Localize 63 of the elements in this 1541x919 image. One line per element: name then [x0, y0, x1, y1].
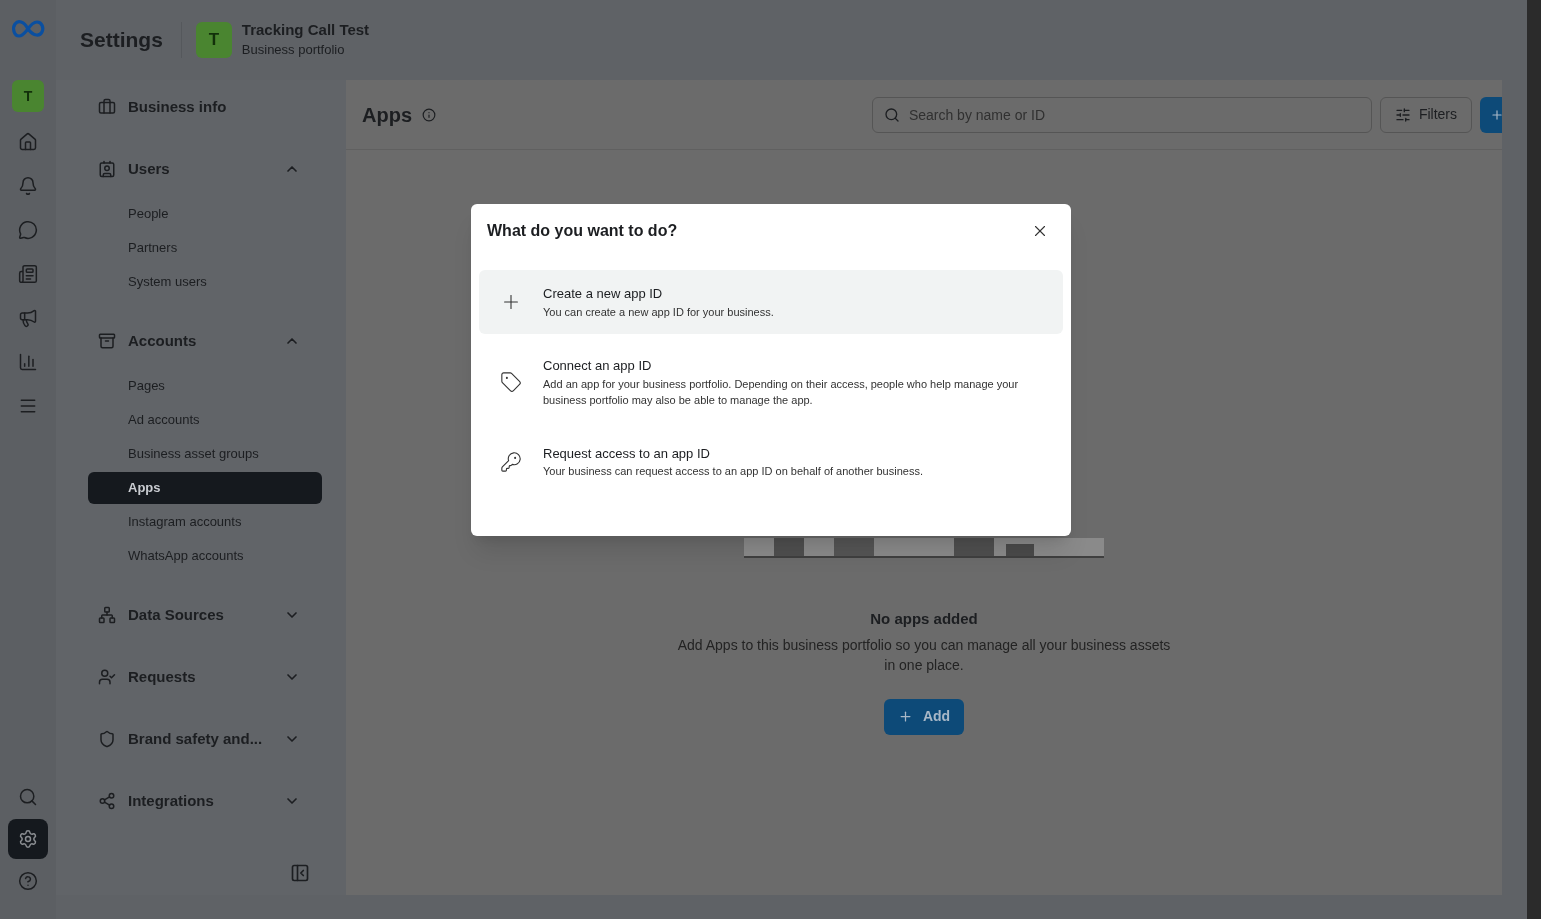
- avatar[interactable]: T: [12, 80, 44, 112]
- dialog-title: What do you want to do?: [487, 221, 679, 241]
- sidebar-item[interactable]: Apps: [88, 472, 322, 504]
- option-title: Create a new app ID: [543, 285, 664, 304]
- sliders-icon: [1394, 106, 1411, 123]
- search-icon: [883, 106, 900, 123]
- page-title: Settings: [80, 27, 163, 54]
- info-icon[interactable]: [422, 107, 436, 122]
- portfolio-subtitle: Business portfolio: [241, 40, 346, 59]
- sidebar-item[interactable]: Instagram accounts: [88, 506, 322, 538]
- option-title: Connect an app ID: [543, 357, 653, 375]
- empty-state-title: No apps added: [870, 609, 978, 629]
- sidebar-item[interactable]: Pages: [88, 370, 322, 402]
- portfolio-avatar[interactable]: T: [195, 22, 232, 58]
- bar-chart-icon: [18, 352, 38, 372]
- connected-nodes-icon: [98, 792, 116, 810]
- sidebar-section[interactable]: Data Sources: [88, 592, 322, 638]
- plus-icon: [1490, 107, 1502, 122]
- sidebar-section[interactable]: Users: [88, 146, 322, 192]
- network-icon: [98, 606, 116, 624]
- option-description: Your business can request access to an app ID on behalf of another business.: [543, 464, 923, 480]
- sidebar-item[interactable]: Ad accounts: [88, 404, 322, 436]
- settings-icon: [18, 829, 38, 849]
- plus-icon: [897, 709, 913, 724]
- menu-icon: [18, 396, 38, 416]
- dialog-option[interactable]: Create a new app ID You can create a new app ID for your business.: [479, 270, 1063, 334]
- add-app-button[interactable]: Add: [883, 698, 965, 735]
- shield-icon: [98, 730, 116, 748]
- add-button[interactable]: [1480, 96, 1502, 133]
- key-icon: [500, 450, 522, 473]
- user-check-icon: [98, 668, 116, 686]
- megaphone-icon: [18, 308, 38, 328]
- home-icon: [18, 132, 38, 152]
- search-field[interactable]: Search by name or ID: [871, 96, 1372, 133]
- collapse-panel-icon[interactable]: [290, 863, 310, 883]
- sidebar-item[interactable]: Partners: [88, 232, 322, 264]
- briefcase-icon: [98, 98, 116, 116]
- option-title: Request access to an app ID: [543, 444, 711, 463]
- option-description: Add an app for your business portfolio. Depending on their access, people who help manage your business portfolio may also be able to manage the app.: [543, 376, 1020, 408]
- sidebar-section[interactable]: Requests: [88, 654, 322, 700]
- tag-icon: [500, 370, 522, 393]
- search-icon: [18, 787, 38, 807]
- sidebar-item[interactable]: System users: [88, 266, 322, 298]
- sidebar-item[interactable]: WhatsApp accounts: [88, 540, 322, 572]
- empty-state-description: Add Apps to this business portfolio so you can manage all your business assets in one place.: [676, 635, 1172, 675]
- stacked-cards-icon: [18, 264, 38, 284]
- id-card-icon: [98, 160, 116, 178]
- filters-button[interactable]: Filters: [1379, 96, 1472, 133]
- sidebar-section[interactable]: Brand safety and...: [88, 716, 322, 762]
- chat-bubble-icon: [18, 220, 38, 240]
- option-description: You can create a new app ID for your business.: [543, 304, 774, 320]
- sidebar-item[interactable]: People: [88, 198, 322, 230]
- bell-icon: [18, 176, 38, 196]
- sidebar-section[interactable]: Accounts: [88, 318, 322, 364]
- archive-box-icon: [98, 332, 116, 350]
- sidebar-section[interactable]: Integrations: [88, 778, 322, 824]
- section-title: Apps: [362, 102, 412, 128]
- sidebar-item[interactable]: Business asset groups: [88, 438, 322, 470]
- portfolio-name: Tracking Call Test: [241, 20, 370, 40]
- sidebar-section[interactable]: Business info: [88, 84, 322, 130]
- help-icon: [18, 871, 38, 891]
- infinity-logo-icon: [10, 18, 46, 40]
- rail-button[interactable]: [8, 819, 48, 859]
